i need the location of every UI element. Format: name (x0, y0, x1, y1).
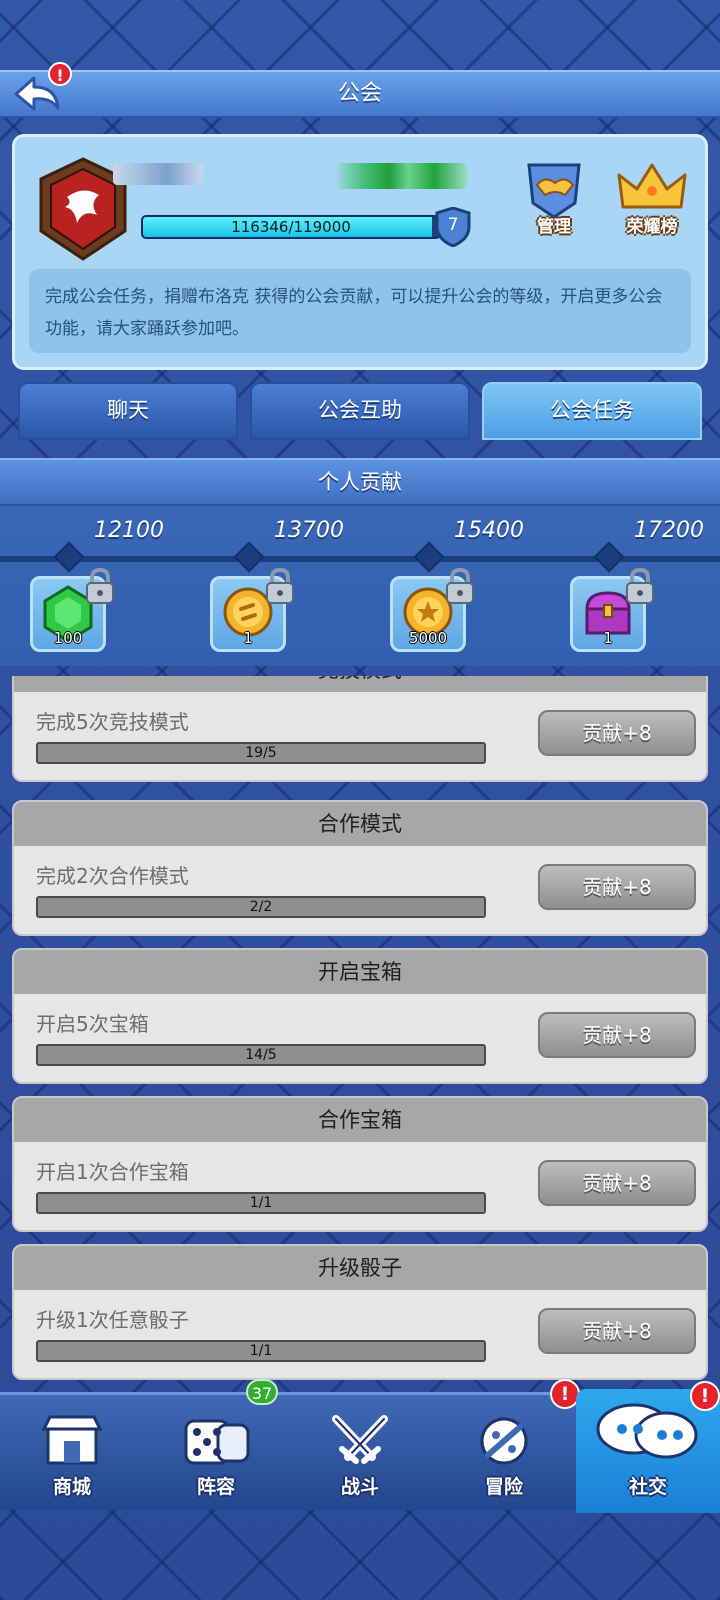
reward-quantity: 1 (243, 629, 253, 647)
guild-description: 完成公会任务，捐赠布洛克 获得的公会贡献，可以提升公会的等级，开启更多公会功能，… (45, 287, 663, 339)
milestone-marker (413, 541, 445, 573)
nav-lineup-label: 阵容 (196, 1476, 235, 1498)
shop-icon (41, 1415, 103, 1465)
social-alert-badge: ! (690, 1381, 720, 1411)
nav-adventure-label: 冒险 (484, 1476, 523, 1498)
guild-description-box: 完成公会任务，捐赠布洛克 获得的公会贡献，可以提升公会的等级，开启更多公会功能，… (29, 269, 691, 353)
task-card: 竞技模式 完成5次竞技模式 19/5 贡献+8 (12, 676, 708, 782)
task-progress-text: 1/1 (249, 1195, 273, 1211)
task-progress-bar: 1/1 (36, 1192, 486, 1214)
task-category: 合作模式 (14, 802, 706, 846)
task-list[interactable]: 竞技模式 完成5次竞技模式 19/5 贡献+8 合作模式 完成2次合作模式 2/… (12, 676, 708, 1390)
manage-label: 管理 (537, 217, 571, 237)
milestone-marker (593, 541, 625, 573)
nav-lineup[interactable]: 37 阵容 (144, 1379, 288, 1513)
task-progress-text: 1/1 (249, 1343, 273, 1359)
tab-guild-help[interactable]: 公会互助 (250, 382, 470, 440)
nav-shop-label: 商城 (52, 1476, 91, 1498)
guild-xp-bar: 116346/119000 (141, 215, 441, 239)
task-card: 合作模式 完成2次合作模式 2/2 贡献+8 (12, 800, 708, 936)
guild-level-text: 7 (447, 215, 459, 235)
task-category: 升级骰子 (14, 1246, 706, 1290)
tab-guild-tasks[interactable]: 公会任务 (482, 382, 702, 440)
lock-icon (86, 567, 114, 604)
tab-guild-tasks-label: 公会任务 (550, 398, 634, 422)
dice-icon (184, 1419, 250, 1465)
top-bar: 公会 (0, 70, 720, 118)
task-card: 开启宝箱 开启5次宝箱 14/5 贡献+8 (12, 948, 708, 1084)
milestone-value: 13700 (274, 518, 344, 543)
guild-xp-text: 116346/119000 (231, 218, 351, 236)
nav-battle[interactable]: 战斗 (288, 1395, 432, 1513)
task-card: 升级骰子 升级1次任意骰子 1/1 贡献+8 (12, 1244, 708, 1380)
lock-icon (446, 567, 474, 604)
personal-contribution-header: 个人贡献 (0, 458, 720, 506)
task-description: 完成2次合作模式 (36, 864, 189, 888)
reward-quantity: 1 (603, 629, 613, 647)
task-progress-bar: 14/5 (36, 1044, 486, 1066)
task-category: 竞技模式 (14, 676, 706, 692)
nav-battle-label: 战斗 (340, 1476, 379, 1498)
reward-quantity: 5000 (408, 629, 448, 647)
contribute-button[interactable]: 贡献+8 (538, 1308, 696, 1354)
lock-icon (626, 567, 654, 604)
nav-social-label: 社交 (628, 1476, 667, 1498)
milestone-value: 12100 (94, 518, 164, 543)
lock-icon (266, 567, 294, 604)
honor-board-label: 荣耀榜 (626, 217, 678, 237)
crossed-swords-icon (332, 1415, 388, 1464)
milestone-band: 12100 100 13700 1 15400 5000 17200 1 (0, 506, 720, 666)
contribute-button[interactable]: 贡献+8 (538, 864, 696, 910)
bottom-nav: 商城 37 阵容 战斗 ! 冒险 ! 社交 (0, 1379, 720, 1513)
milestone-reward[interactable]: 100 (30, 567, 114, 652)
task-progress-text: 19/5 (245, 745, 277, 761)
nav-shop[interactable]: 商城 (0, 1395, 144, 1513)
manage-button[interactable]: 管理 (515, 159, 593, 241)
task-description: 开启1次合作宝箱 (36, 1160, 189, 1184)
nav-social[interactable]: ! 社交 (576, 1381, 720, 1513)
task-progress-bar: 2/2 (36, 896, 486, 918)
task-progress-text: 14/5 (245, 1047, 277, 1063)
chat-bubbles-icon (596, 1403, 698, 1459)
milestone-reward[interactable]: 1 (570, 567, 654, 652)
task-progress-bar: 19/5 (36, 742, 486, 764)
milestone-reward[interactable]: 5000 (390, 567, 474, 652)
task-category: 合作宝箱 (14, 1098, 706, 1142)
back-alert-badge: ! (48, 62, 72, 86)
task-description: 升级1次任意骰子 (36, 1308, 189, 1332)
task-card: 合作宝箱 开启1次合作宝箱 1/1 贡献+8 (12, 1096, 708, 1232)
guild-id-redacted (337, 163, 467, 189)
guild-name-redacted (113, 163, 203, 185)
back-button[interactable]: ! (12, 62, 72, 116)
adventure-icon (480, 1417, 528, 1465)
milestone-reward[interactable]: 1 (210, 567, 294, 652)
nav-adventure[interactable]: ! 冒险 (432, 1379, 580, 1513)
task-description: 完成5次竞技模式 (36, 710, 189, 734)
task-progress-bar: 1/1 (36, 1340, 486, 1362)
tab-chat[interactable]: 聊天 (18, 382, 238, 440)
guild-level-badge: 7 (435, 207, 471, 247)
task-progress-text: 2/2 (249, 899, 273, 915)
task-description: 开启5次宝箱 (36, 1012, 149, 1036)
tab-chat-label: 聊天 (107, 398, 149, 422)
page-title: 公会 (337, 81, 382, 106)
honor-board-button[interactable]: 荣耀榜 (613, 159, 691, 241)
lineup-count-badge: 37 (246, 1379, 278, 1405)
milestone-marker (233, 541, 265, 573)
contribute-button[interactable]: 贡献+8 (538, 710, 696, 756)
task-category: 开启宝箱 (14, 950, 706, 994)
milestone-value: 15400 (454, 518, 524, 543)
guild-info-card: 116346/119000 7 管理 荣耀榜 完成公会任务，捐赠布洛克 获得的公… (12, 134, 708, 370)
milestone-value: 17200 (634, 518, 704, 543)
contribute-button[interactable]: 贡献+8 (538, 1160, 696, 1206)
contribute-button[interactable]: 贡献+8 (538, 1012, 696, 1058)
reward-quantity: 100 (53, 629, 83, 647)
milestone-marker (53, 541, 85, 573)
tab-guild-help-label: 公会互助 (318, 398, 402, 422)
